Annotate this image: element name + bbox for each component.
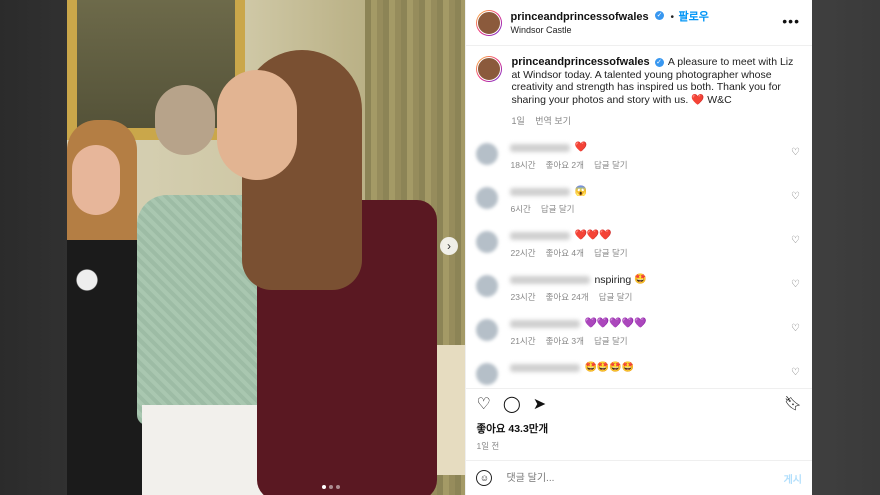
reply-button[interactable]: 답글 달기 — [594, 248, 628, 258]
carousel-dots — [322, 485, 340, 489]
avatar[interactable] — [476, 363, 499, 385]
avatar[interactable] — [476, 56, 503, 82]
avatar[interactable] — [476, 187, 499, 209]
list-item: 😱 6시간 답글 달기 ♡ — [476, 185, 802, 215]
comment-text: 🤩🤩🤩🤩 — [584, 362, 635, 373]
heart-icon[interactable]: ♡ — [476, 394, 490, 414]
post-sidebar: princeandprincessofwales ✓ • 팔로우 Windsor… — [465, 0, 812, 495]
caption: princeandprincessofwales ✓ A pleasure to… — [476, 56, 802, 106]
avatar[interactable] — [476, 143, 499, 165]
caption-meta: 1일 번역 보기 — [511, 114, 802, 127]
carousel-dot — [329, 485, 333, 489]
comment-time: 21시간 — [510, 336, 536, 346]
comment-likes[interactable]: 좋아요 4개 — [546, 248, 584, 258]
avatar[interactable] — [476, 319, 499, 341]
carousel-dot — [336, 485, 340, 489]
list-item: 💜💜💜💜💜 21시간 좋아요 3개 답글 달기 ♡ — [476, 317, 802, 347]
post-comment-button[interactable]: 게시 — [784, 471, 802, 486]
comment-like-icon[interactable]: ♡ — [791, 235, 800, 246]
action-bar: ♡ ◯ ➤ 🔖︎ — [466, 388, 812, 419]
comment-time: 22시간 — [510, 248, 536, 258]
reply-button[interactable]: 답글 달기 — [594, 336, 628, 346]
more-options-icon[interactable]: ••• — [782, 13, 800, 29]
username-link[interactable] — [510, 187, 571, 196]
comment-like-icon[interactable]: ♡ — [791, 367, 800, 378]
carousel-dot — [322, 485, 326, 489]
comment-text: ❤️❤️❤️ — [574, 230, 612, 241]
comment-text: ❤️ — [574, 142, 587, 153]
separator: • — [670, 11, 675, 23]
avatar[interactable] — [476, 275, 499, 297]
post-photo[interactable]: › — [67, 0, 466, 495]
reply-button[interactable]: 답글 달기 — [594, 160, 628, 170]
list-item: ❤️ 18시간 좋아요 2개 답글 달기 ♡ — [476, 141, 802, 171]
username-link[interactable] — [510, 319, 581, 328]
comment-text: 😱 — [574, 186, 587, 197]
avatar[interactable] — [476, 231, 499, 253]
comment-time: 6시간 — [510, 204, 531, 214]
avatar[interactable] — [476, 9, 503, 36]
photo-person-right — [217, 50, 457, 495]
reply-button[interactable]: 답글 달기 — [541, 204, 575, 214]
next-photo-button[interactable]: › — [440, 237, 458, 255]
follow-button[interactable]: 팔로우 — [679, 11, 709, 23]
username-link[interactable] — [510, 231, 571, 240]
caption-username[interactable]: princeandprincessofwales — [511, 56, 649, 68]
post-header: princeandprincessofwales ✓ • 팔로우 Windsor… — [466, 0, 812, 46]
verified-badge-icon: ✓ — [655, 10, 665, 20]
username-link[interactable] — [510, 363, 581, 372]
translate-link[interactable]: 번역 보기 — [535, 116, 571, 126]
comment-likes[interactable]: 좋아요 24개 — [546, 292, 589, 302]
likes-count[interactable]: 좋아요 43.3만개 — [466, 419, 812, 436]
comment-text: nspiring — [594, 273, 632, 286]
instagram-post: › princeandprincessofwales ✓ • 팔로우 Winds… — [67, 0, 812, 495]
list-item: nspiring 🤩 23시간 좋아요 24개 답글 달기 ♡ — [476, 273, 802, 303]
bookmark-icon[interactable]: 🔖︎ — [784, 395, 802, 412]
username-link[interactable] — [510, 143, 571, 152]
comment-like-icon[interactable]: ♡ — [791, 279, 800, 290]
caption-time: 1일 — [511, 116, 525, 126]
reply-button[interactable]: 답글 달기 — [599, 292, 633, 302]
post-date: 1일 전 — [476, 441, 500, 451]
list-item: 🤩🤩🤩🤩 ♡ — [476, 361, 802, 385]
comment-text: 💜💜💜💜💜 — [584, 318, 647, 329]
comment-like-icon[interactable]: ♡ — [791, 323, 800, 334]
share-icon[interactable]: ➤ — [533, 394, 546, 414]
username-link[interactable]: princeandprincessofwales — [510, 11, 648, 23]
emoji-icon[interactable]: ☺ — [476, 470, 493, 486]
comment-input[interactable] — [504, 471, 729, 485]
username-link[interactable] — [510, 275, 591, 284]
list-item: ❤️❤️❤️ 22시간 좋아요 4개 답글 달기 ♡ — [476, 229, 802, 259]
comment-like-icon[interactable]: ♡ — [791, 191, 800, 202]
location-link[interactable]: Windsor Castle — [510, 24, 708, 37]
heart-emoji: ❤️ — [691, 93, 705, 106]
verified-badge-icon: ✓ — [654, 57, 664, 67]
comment-likes[interactable]: 좋아요 2개 — [546, 160, 584, 170]
comment-like-icon[interactable]: ♡ — [791, 147, 800, 158]
comment-emoji: 🤩 — [634, 274, 647, 285]
comment-box: ☺ 게시 — [466, 460, 812, 495]
comments-scroll[interactable]: princeandprincessofwales ✓ A pleasure to… — [466, 46, 812, 388]
comment-time: 23시간 — [510, 292, 536, 302]
comment-time: 18시간 — [510, 160, 536, 170]
caption-signoff: W&C — [707, 93, 732, 106]
comment-likes[interactable]: 좋아요 3개 — [546, 336, 584, 346]
comment-icon[interactable]: ◯ — [503, 394, 521, 414]
